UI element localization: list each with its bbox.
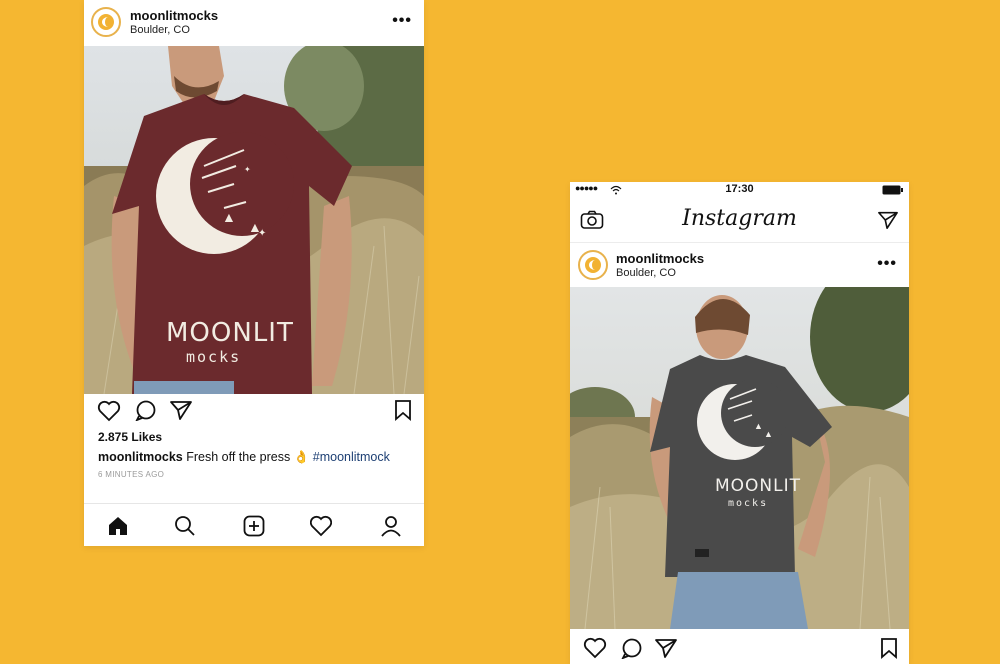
shirt-logo-line2: mocks [728,498,768,509]
heart-icon[interactable] [583,637,607,659]
caption-hashtag[interactable]: #moonlitmock [313,450,390,464]
instagram-post-right: ●●●●● 17:30 Instagram moonlitmocks Bould… [570,182,909,664]
likes-count[interactable]: 2.875 Likes [98,430,162,444]
home-icon[interactable] [107,515,129,537]
post-actions [570,629,909,659]
send-icon[interactable] [654,637,678,659]
bookmark-icon[interactable] [394,399,412,421]
direct-icon[interactable] [877,210,899,230]
shirt-logo-line1: MOONLIT [166,318,294,348]
post-photo[interactable]: ▲ ▲ MOONLIT mocks [570,287,909,629]
photo-illustration: ▲ ▲ MOONLIT mocks [570,287,909,629]
activity-icon[interactable] [310,515,332,537]
shirt-logo-line1: MOONLIT [715,476,801,496]
post-header: moonlitmocks Boulder, CO ••• [570,243,909,287]
avatar[interactable] [91,7,121,37]
post-username[interactable]: moonlitmocks [130,8,218,23]
more-options-icon[interactable]: ••• [392,12,412,30]
bottom-nav [84,503,424,546]
more-options-icon[interactable]: ••• [877,255,897,273]
comment-icon[interactable] [134,399,158,421]
post-location[interactable]: Boulder, CO [130,24,190,36]
shirt-logo-line2: mocks [186,348,241,366]
heart-icon[interactable] [97,400,121,422]
svg-text:▲: ▲ [754,421,763,431]
svg-text:✦: ✦ [244,165,251,174]
comment-icon[interactable] [620,637,644,659]
status-bar: ●●●●● 17:30 [570,182,909,198]
instagram-post-left: moonlitmocks Boulder, CO ••• ✦ ✦ ▲ ▲ MOO… [84,0,424,546]
svg-text:▲: ▲ [222,209,236,225]
svg-text:▲: ▲ [248,219,262,235]
post-username[interactable]: moonlitmocks [616,251,704,266]
add-icon[interactable] [243,515,265,537]
post-location[interactable]: Boulder, CO [616,267,676,279]
caption-text: Fresh off the press 👌 [186,450,310,464]
post-header: moonlitmocks Boulder, CO ••• [84,0,424,46]
status-time: 17:30 [725,183,754,195]
send-icon[interactable] [169,399,193,421]
bookmark-icon[interactable] [880,637,898,659]
post-caption: moonlitmocks Fresh off the press 👌 #moon… [98,450,390,465]
post-timestamp: 6 MINUTES AGO [98,470,165,479]
search-icon[interactable] [174,515,196,537]
profile-icon[interactable] [380,515,402,537]
app-title: Instagram [682,206,797,231]
avatar[interactable] [578,250,608,280]
battery-icon [882,185,903,195]
app-header: Instagram [570,198,909,243]
svg-text:▲: ▲ [764,429,773,439]
caption-username[interactable]: moonlitmocks [98,450,183,464]
post-photo[interactable]: ✦ ✦ ▲ ▲ MOONLIT mocks [84,46,424,394]
post-actions [84,394,424,424]
photo-illustration: ✦ ✦ ▲ ▲ MOONLIT mocks [84,46,424,394]
